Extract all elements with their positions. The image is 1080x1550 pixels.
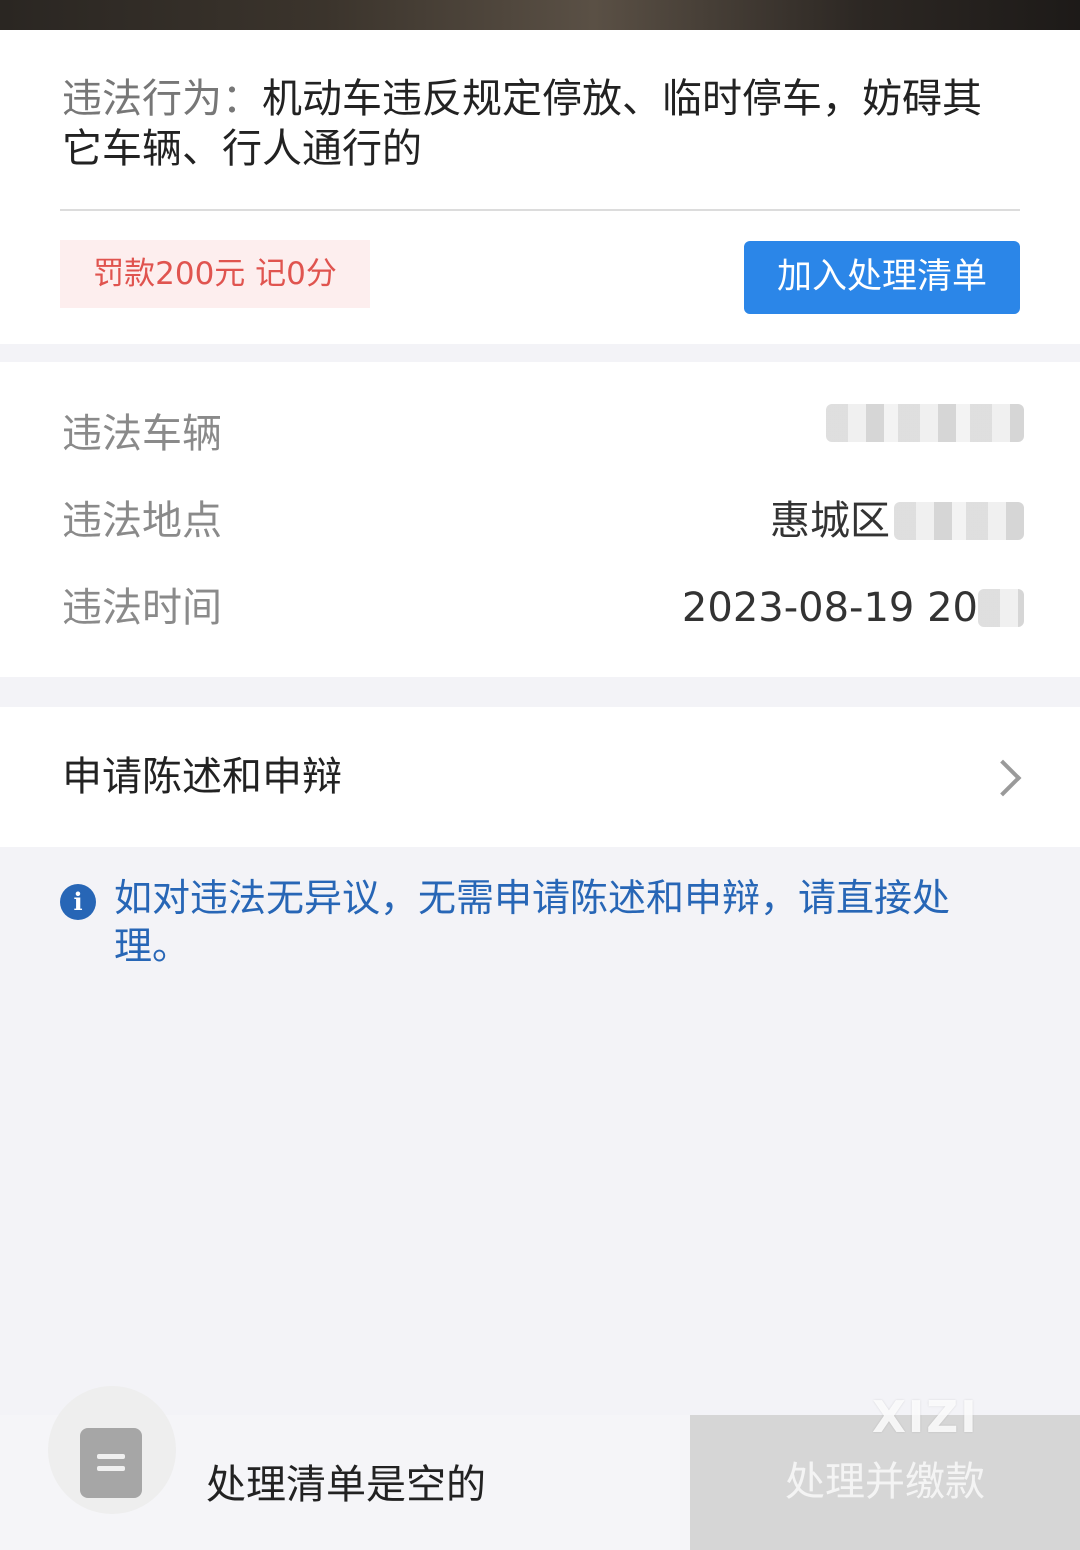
detail-value-vehicle [826, 404, 1024, 442]
notice-text: 如对违法无异议，无需申请陈述和申辩，请直接处理。 [114, 876, 951, 968]
detail-row-time: 违法时间 2023-08-19 20 [0, 578, 1080, 638]
detail-row-vehicle: 违法车辆 [0, 404, 1080, 464]
detail-row-location: 违法地点 惠城区 [0, 491, 1080, 551]
watermark-logo: XIZI [872, 1392, 979, 1443]
chevron-right-icon [984, 759, 1022, 797]
location-text: 惠城区 [770, 498, 890, 544]
time-text: 2023-08-19 20 [681, 585, 978, 631]
detail-label-time: 违法时间 [62, 585, 222, 631]
appeal-row[interactable]: 申请陈述和申辩 [0, 707, 1080, 847]
add-to-list-button[interactable]: 加入处理清单 [744, 241, 1020, 314]
violation-details-card: 违法车辆 违法地点 惠城区 违法时间 2023-08-19 20 [0, 362, 1080, 677]
violation-card: 违法行为：机动车违反规定停放、临时停车，妨碍其它车辆、行人通行的 罚款200元 … [0, 30, 1080, 344]
redacted-plate [826, 404, 1024, 442]
violation-behavior: 违法行为：机动车违反规定停放、临时停车，妨碍其它车辆、行人通行的 [62, 74, 1012, 174]
info-icon: i [60, 884, 96, 920]
detail-value-location: 惠城区 [770, 491, 1024, 551]
list-icon [80, 1428, 142, 1498]
fine-badge: 罚款200元 记0分 [60, 240, 370, 308]
redacted-time [978, 589, 1024, 627]
violation-behavior-label: 违法行为： [62, 76, 262, 122]
appeal-label: 申请陈述和申辩 [62, 754, 342, 800]
detail-label-vehicle: 违法车辆 [62, 411, 222, 457]
detail-value-time: 2023-08-19 20 [682, 578, 1024, 638]
redacted-location [894, 502, 1024, 540]
detail-label-location: 违法地点 [62, 498, 222, 544]
list-empty-text: 处理清单是空的 [206, 1462, 486, 1508]
background-photo-strip [0, 0, 1080, 30]
divider [60, 209, 1020, 211]
